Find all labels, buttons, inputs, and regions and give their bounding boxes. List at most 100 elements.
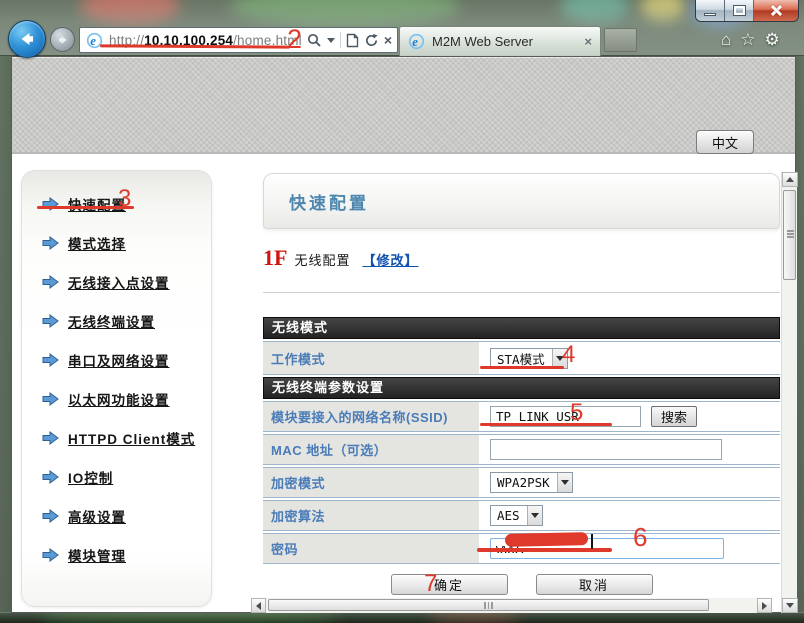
chevron-down-icon[interactable] xyxy=(557,473,572,492)
new-tab-button[interactable] xyxy=(604,28,637,52)
address-bar[interactable]: e http://10.10.100.254/home.html × xyxy=(79,27,398,53)
work-mode-selected-value: STA模式 xyxy=(497,349,545,368)
encryption-mode-select[interactable]: WPA2PSK xyxy=(490,472,573,493)
url-scheme: http:// xyxy=(109,33,144,48)
page-title: 快速配置 xyxy=(289,189,369,214)
close-button[interactable] xyxy=(754,0,798,21)
stop-icon[interactable]: × xyxy=(384,33,392,47)
sidebar-item-label: 模块管理 xyxy=(68,545,126,565)
maximize-button[interactable] xyxy=(725,0,754,21)
row-value: WPA2PSK xyxy=(484,468,780,497)
page-banner xyxy=(12,57,795,154)
ie-icon: e xyxy=(86,32,103,49)
tab-close-icon[interactable]: × xyxy=(584,34,592,49)
chevron-down-icon[interactable] xyxy=(552,349,567,368)
screenshot-root: e http://10.10.100.254/home.html × e xyxy=(0,0,804,623)
modify-link[interactable]: 【修改】 xyxy=(362,250,418,269)
arrow-icon xyxy=(42,431,59,445)
arrow-icon xyxy=(42,314,59,328)
table-row-mac: MAC 地址（可选） xyxy=(263,434,780,465)
refresh-icon[interactable] xyxy=(364,33,379,48)
sidebar-item-label: 以太网功能设置 xyxy=(68,389,170,409)
svg-text:e: e xyxy=(90,33,96,47)
row-label: 模块要接入的网络名称(SSID) xyxy=(263,402,484,431)
form-buttons: 确定 取消 xyxy=(263,574,780,595)
address-bar-icons: × xyxy=(307,32,392,48)
scroll-right-button[interactable] xyxy=(757,598,772,613)
browser-toolbar-icons: ⌂ ☆ ⚙ xyxy=(721,29,780,51)
section-marker: 1F xyxy=(263,245,287,271)
sidebar-item-sta-settings[interactable]: 无线终端设置 xyxy=(42,310,211,332)
close-icon xyxy=(770,4,783,17)
scroll-down-button[interactable] xyxy=(782,598,798,613)
browser-tab[interactable]: e M2M Web Server × xyxy=(399,26,601,56)
table-section-header-sta-params: 无线终端参数设置 xyxy=(263,377,780,399)
row-value xyxy=(484,534,780,563)
divider xyxy=(263,292,780,293)
sidebar-item-mode-select[interactable]: 模式选择 xyxy=(42,232,211,254)
scroll-up-button[interactable] xyxy=(782,172,798,187)
ie-icon: e xyxy=(408,33,425,50)
section-title: 无线配置 xyxy=(294,250,350,269)
scrollbar-grip xyxy=(787,233,794,235)
url-host: 10.10.100.254 xyxy=(144,33,233,48)
ssid-input[interactable] xyxy=(490,406,641,427)
divider xyxy=(340,32,341,48)
horizontal-scrollbar[interactable] xyxy=(251,598,772,613)
work-mode-select[interactable]: STA模式 xyxy=(490,348,568,369)
sidebar-item-io-control[interactable]: IO控制 xyxy=(42,466,211,488)
language-button[interactable]: 中文 xyxy=(696,130,754,154)
sidebar-item-quick-config[interactable]: 快速配置 xyxy=(42,193,211,215)
search-ssid-button[interactable]: 搜索 xyxy=(651,406,697,427)
table-section-header-wireless-mode: 无线模式 xyxy=(263,317,780,339)
vertical-scrollbar-thumb[interactable] xyxy=(783,190,796,280)
minimize-icon xyxy=(704,13,716,16)
favorites-star-icon[interactable]: ☆ xyxy=(740,29,755,51)
row-value xyxy=(484,435,780,464)
encryption-algorithm-select[interactable]: AES xyxy=(490,505,543,526)
window-border-left xyxy=(0,56,11,613)
confirm-button[interactable]: 确定 xyxy=(391,574,508,595)
mac-address-input[interactable] xyxy=(490,439,722,460)
forward-button[interactable] xyxy=(50,27,75,52)
page-title-bar: 快速配置 xyxy=(263,173,780,229)
sidebar-item-ethernet[interactable]: 以太网功能设置 xyxy=(42,388,211,410)
cancel-button[interactable]: 取消 xyxy=(536,574,653,595)
back-button[interactable] xyxy=(8,20,46,58)
chevron-down-icon[interactable] xyxy=(527,506,542,525)
table-row-password: 密码 xyxy=(263,533,780,564)
sidebar-item-serial-network[interactable]: 串口及网络设置 xyxy=(42,349,211,371)
sidebar-item-httpd-client[interactable]: HTTPD Client模式 xyxy=(42,427,211,449)
row-value: AES xyxy=(484,501,780,530)
row-value: STA模式 xyxy=(484,342,780,374)
row-label: MAC 地址（可选） xyxy=(263,435,484,464)
home-icon[interactable]: ⌂ xyxy=(721,29,731,51)
arrow-icon xyxy=(42,470,59,484)
sidebar-item-label: 无线终端设置 xyxy=(68,311,155,331)
arrow-icon xyxy=(42,197,59,211)
arrow-icon xyxy=(42,236,59,250)
encryption-mode-selected-value: WPA2PSK xyxy=(497,475,550,490)
sidebar-item-module-management[interactable]: 模块管理 xyxy=(42,544,211,566)
vertical-scrollbar[interactable] xyxy=(781,172,797,613)
text-caret xyxy=(591,534,593,549)
sidebar-item-advanced[interactable]: 高级设置 xyxy=(42,505,211,527)
search-icon[interactable] xyxy=(307,33,322,48)
horizontal-scrollbar-thumb[interactable] xyxy=(268,599,709,611)
sidebar-item-ap-settings[interactable]: 无线接入点设置 xyxy=(42,271,211,293)
minimize-button[interactable] xyxy=(696,0,725,21)
search-dropdown-icon[interactable] xyxy=(327,38,335,47)
triangle-right-icon xyxy=(762,602,771,610)
tab-title: M2M Web Server xyxy=(432,34,533,49)
settings-gear-icon[interactable]: ⚙ xyxy=(765,29,780,51)
sidebar-item-label: 模式选择 xyxy=(68,233,126,253)
password-input[interactable] xyxy=(490,538,724,559)
sidebar-item-label: IO控制 xyxy=(68,467,113,487)
row-label: 加密模式 xyxy=(263,468,484,497)
encryption-algorithm-selected-value: AES xyxy=(497,508,520,523)
compatibility-view-icon[interactable] xyxy=(346,33,359,48)
sidebar-item-label: 无线接入点设置 xyxy=(68,272,170,292)
page-viewport: 中文 快速配置 模式选择 无线接入点设置 无线终端设置 串口及网络设置 xyxy=(11,56,796,613)
scroll-left-button[interactable] xyxy=(251,598,266,613)
arrow-icon xyxy=(42,548,59,562)
